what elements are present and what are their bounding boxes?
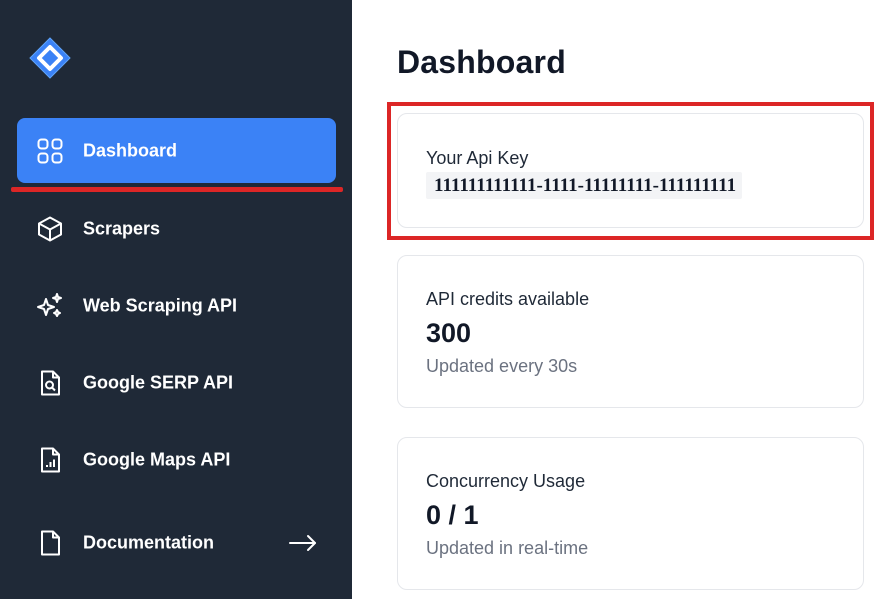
concurrency-label: Concurrency Usage: [426, 471, 586, 491]
cube-icon: [35, 214, 65, 244]
concurrency-subtitle: Updated in real-time: [426, 538, 589, 558]
credits-subtitle: Updated every 30s: [426, 356, 578, 376]
sidebar: Dashboard Scrapers Web Scraping API Goog…: [0, 0, 352, 599]
concurrency-value: 0 / 1: [426, 500, 479, 530]
document-chart-icon: [35, 445, 65, 475]
sparkles-icon: [35, 291, 65, 321]
sidebar-item-label: Google SERP API: [83, 372, 234, 392]
sidebar-item-label: Documentation: [83, 532, 215, 552]
credits-card: API credits available 300 Updated every …: [397, 255, 864, 408]
sidebar-item-label: Google Maps API: [83, 449, 231, 469]
diamond-logo-icon[interactable]: [28, 36, 72, 80]
sidebar-item-scrapers[interactable]: Scrapers: [17, 196, 336, 261]
document-icon: [35, 528, 65, 558]
concurrency-card: Concurrency Usage 0 / 1 Updated in real-…: [397, 437, 864, 590]
api-key-highlight: [387, 102, 874, 240]
highlight-underline: [11, 187, 343, 192]
credits-value: 300: [426, 318, 472, 348]
sidebar-item-label: Scrapers: [83, 218, 161, 238]
credits-label: API credits available: [426, 289, 590, 309]
page-title: Dashboard: [397, 44, 566, 80]
document-search-icon: [35, 368, 65, 398]
sidebar-item-google-serp-api[interactable]: Google SERP API: [17, 350, 336, 415]
sidebar-item-documentation[interactable]: Documentation: [17, 510, 336, 575]
arrow-right-icon: [288, 533, 318, 553]
main-content: Dashboard Your Api Key 111111111111-1111…: [352, 0, 881, 599]
sidebar-item-label: Dashboard: [83, 140, 178, 160]
sidebar-item-dashboard[interactable]: Dashboard: [17, 118, 336, 183]
sidebar-item-web-scraping-api[interactable]: Web Scraping API: [17, 273, 336, 338]
sidebar-item-google-maps-api[interactable]: Google Maps API: [17, 427, 336, 492]
sidebar-item-label: Web Scraping API: [83, 295, 238, 315]
grid-icon: [35, 136, 65, 166]
